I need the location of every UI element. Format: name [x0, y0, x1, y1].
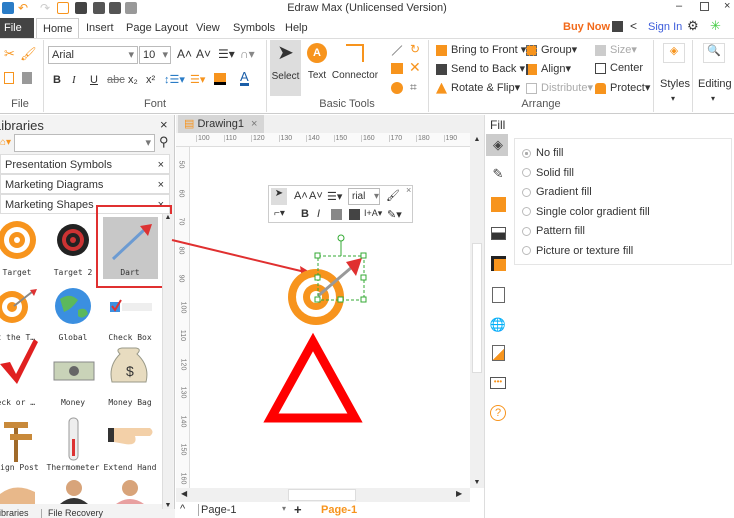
shadow-icon[interactable] — [491, 197, 506, 212]
protect-label: Protect — [610, 82, 645, 94]
bold-button[interactable]: B — [301, 208, 309, 220]
tab-libraries[interactable]: Libraries — [0, 509, 29, 518]
connector-style-button[interactable]: ⌐▾ — [274, 208, 285, 219]
protect-button[interactable]: Protect▾ — [595, 81, 650, 94]
fill-option-label: Solid fill — [536, 166, 574, 179]
fill-option-label: No fill — [536, 147, 564, 159]
tab-file-recovery[interactable]: File Recovery — [41, 509, 104, 518]
styles-dropdown-icon[interactable]: ▾ — [671, 94, 675, 103]
distribute-button[interactable]: Distribute▾ — [526, 81, 593, 94]
fill-option-radio[interactable]: Pattern fill — [522, 225, 585, 237]
format-painter-icon[interactable]: 🖌 — [386, 189, 400, 202]
note-icon[interactable] — [492, 345, 505, 361]
help-icon[interactable]: ? — [490, 405, 506, 421]
horizontal-scroll-thumb[interactable] — [288, 489, 356, 501]
group-label: Group — [541, 44, 572, 56]
canvas-drawing — [171, 234, 367, 423]
center-button[interactable]: Center — [595, 62, 643, 74]
group-button[interactable]: Group▾ — [526, 43, 577, 56]
align-label: Align — [541, 63, 566, 75]
fill-option-radio[interactable]: Single color gradient fill — [522, 206, 650, 218]
page-select[interactable]: Page-1 ▾ — [198, 504, 286, 516]
radio-icon[interactable] — [522, 207, 531, 217]
scroll-right-icon[interactable]: ▶ — [456, 489, 462, 498]
align-text-button[interactable]: ☰▾ — [327, 190, 342, 203]
italic-button[interactable]: I — [317, 208, 320, 220]
add-page-button[interactable]: + — [294, 502, 302, 517]
red-pointer-arrow — [171, 239, 306, 273]
buy-now-link[interactable]: Buy Now — [563, 21, 610, 33]
page-properties-icon[interactable] — [492, 287, 505, 303]
handshake-shape-icon — [0, 487, 35, 504]
fill-panel-title: Fill — [490, 118, 506, 132]
radio-icon[interactable] — [522, 246, 531, 256]
image-icon[interactable] — [491, 227, 506, 240]
share-icon[interactable]: < — [630, 19, 637, 33]
horizontal-scrollbar[interactable]: ◀ ▶ — [176, 488, 470, 502]
fill-option-radio[interactable]: Solid fill — [522, 167, 574, 179]
mini-font-select[interactable]: rial ▾ — [348, 188, 380, 205]
close-toolbar-icon[interactable]: × — [406, 185, 411, 195]
hyperlink-icon[interactable]: 🌐 — [489, 317, 507, 335]
fill-bucket-icon[interactable]: ◈ — [489, 137, 507, 155]
pointer-icon[interactable]: ➤ — [271, 188, 287, 205]
page-select-value: Page-1 — [201, 504, 237, 516]
align-button[interactable]: Align▾ — [526, 62, 571, 75]
fill-option-radio[interactable]: Gradient fill — [522, 186, 592, 198]
hit-target-shape — [288, 258, 362, 325]
radio-icon[interactable] — [522, 226, 531, 236]
radio-icon[interactable] — [522, 187, 531, 197]
sign-in-link[interactable]: Sign In — [648, 21, 682, 33]
page-tab[interactable]: Page-1 — [321, 504, 357, 516]
search-editing-icon[interactable]: 🔍 — [703, 43, 725, 63]
shrink-font-button[interactable]: A˅ — [309, 190, 323, 202]
line-color-button[interactable]: ✎▾ — [387, 208, 402, 221]
editing-dropdown-icon[interactable]: ▾ — [711, 94, 715, 103]
spacing-button[interactable]: I+A▾ — [364, 208, 382, 219]
styles-button[interactable]: Styles — [660, 78, 690, 90]
fill-option-label: Picture or texture fill — [536, 244, 634, 257]
divider — [692, 40, 693, 112]
bring-front-icon[interactable] — [331, 209, 342, 220]
floating-format-toolbar: ➤ A˄ A˅ ☰▾ rial ▾ 🖌 × ⌐▾ B I I+A▾ ✎▾ — [268, 185, 413, 223]
fill-option-radio[interactable]: No fill — [522, 147, 564, 159]
fill-option-label: Pattern fill — [536, 225, 585, 237]
mini-font-value: rial — [352, 191, 366, 202]
triangle-shape — [263, 332, 363, 423]
fill-option-label: Gradient fill — [536, 186, 592, 198]
radio-icon[interactable] — [522, 148, 531, 158]
distribute-label: Distribute — [541, 82, 588, 94]
fill-option-radio[interactable]: Picture or texture fill — [522, 245, 633, 257]
grow-font-button[interactable]: A˄ — [294, 190, 308, 202]
scroll-left-icon[interactable]: ◀ — [181, 489, 187, 498]
page-bar: ^ Page-1 ▾ + Page-1 — [176, 502, 484, 518]
radio-icon[interactable] — [522, 168, 531, 178]
size-button[interactable]: Size▾ — [595, 43, 637, 56]
gear-icon[interactable]: ⚙ — [687, 18, 699, 34]
size-label: Size — [610, 44, 632, 56]
divider — [653, 40, 654, 112]
close-button[interactable]: × — [724, 0, 730, 12]
styles-icon[interactable]: ◈ — [663, 43, 685, 63]
layer-icon[interactable] — [491, 256, 506, 271]
comment-icon[interactable]: ••• — [490, 377, 506, 389]
fill-option-label: Single color gradient fill — [536, 205, 650, 218]
share-file-icon[interactable] — [612, 21, 623, 32]
center-label: Center — [610, 62, 644, 74]
app-logo-icon: ✳ — [710, 18, 721, 33]
line-style-icon[interactable]: ✎ — [489, 166, 507, 184]
send-back-icon[interactable] — [349, 209, 360, 220]
library-bottom-tabs: Libraries File Recovery — [0, 509, 175, 518]
editing-button[interactable]: Editing — [698, 78, 732, 90]
maximize-button[interactable] — [700, 2, 709, 11]
collapse-icon[interactable]: ^ — [180, 503, 185, 515]
scroll-down-icon[interactable]: ▼ — [163, 502, 173, 509]
minimize-button[interactable]: – — [676, 0, 682, 12]
